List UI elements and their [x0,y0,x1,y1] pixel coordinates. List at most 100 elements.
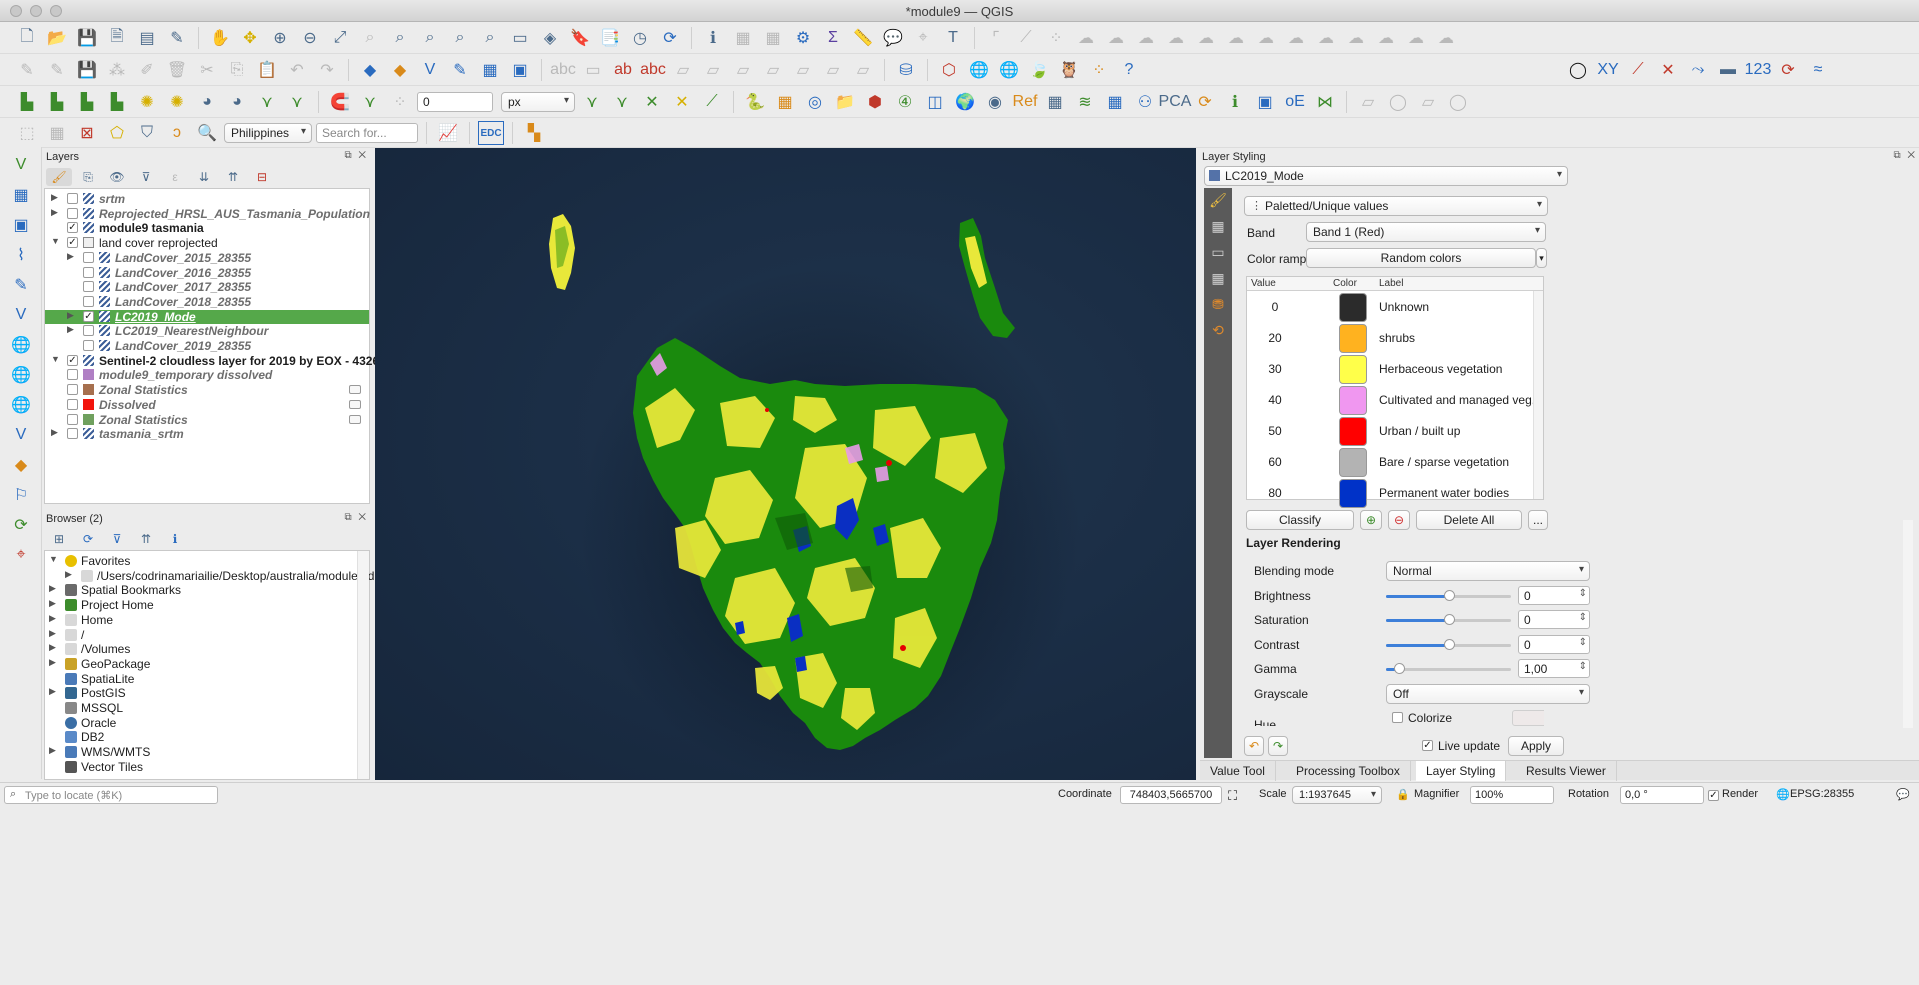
label-tool-2-icon[interactable]: ⟋ [1013,26,1039,50]
add-arcgis-icon[interactable]: 🌐 [8,393,34,417]
map-canvas[interactable] [375,148,1196,780]
tab-results-viewer[interactable]: Results Viewer [1516,761,1617,781]
layer-badge-icon[interactable] [349,385,361,395]
layer-row[interactable]: ▶ Reprojected_HRSL_AUS_Tasmania_Populatio… [45,207,370,222]
collapse-all-icon[interactable]: ⇈ [220,168,246,186]
redo-style-button[interactable]: ↷ [1268,736,1288,756]
show-bookmarks-icon[interactable]: 📑 [597,26,623,50]
grayscale-combo[interactable]: Off [1386,684,1590,704]
shape-3-icon[interactable]: ▱ [1415,90,1441,114]
add-mesh-icon[interactable]: ▣ [507,58,533,82]
label-tool-1-icon[interactable]: ⌜ [983,26,1009,50]
zoom-out-icon[interactable]: ⊖ [297,26,323,50]
layer-combo[interactable]: LC2019_Mode [1204,166,1568,186]
layer-row[interactable]: Zonal Statistics [45,383,369,398]
zoom-last-icon[interactable]: ⌕ [447,26,473,50]
crs-globe-icon[interactable]: 🌐 [1776,788,1790,801]
browser-item[interactable]: Oracle [45,716,355,731]
zoom-in-icon[interactable]: ⊕ [267,26,293,50]
label-9-icon[interactable]: ▱ [790,58,816,82]
tab-value-tool[interactable]: Value Tool [1200,761,1276,781]
layer-row[interactable]: LandCover_2018_28355 [45,295,369,310]
add-selected-icon[interactable]: ⊞ [46,530,72,548]
snap-vertex-icon[interactable]: ⋎ [357,90,383,114]
ruler-tool-icon[interactable]: ▬ [1715,58,1741,82]
vertex-tool-icon[interactable]: ✐ [134,58,160,82]
crs-label[interactable]: EPSG:28355 [1790,788,1854,800]
label-11-icon[interactable]: ▱ [850,58,876,82]
pyramids-tab-icon[interactable]: ⛃ [1207,296,1229,318]
snap-grid-icon[interactable]: ⁘ [387,90,413,114]
label-tool-7-icon[interactable]: ☁ [1163,26,1189,50]
plugin-target-icon[interactable]: ◎ [802,90,828,114]
globe-plugin-1-icon[interactable]: 🌐 [966,58,992,82]
field-calculator-icon[interactable]: ▦ [760,26,786,50]
label-tool-9-icon[interactable]: ☁ [1223,26,1249,50]
delete-all-button[interactable]: Delete All [1416,510,1522,530]
add-layer-1-icon[interactable]: ◆ [357,58,383,82]
class-color-swatch[interactable] [1339,417,1367,446]
class-row[interactable]: 60 Bare / sparse vegetation [1247,447,1533,478]
layer-row[interactable]: ✓ module9 tasmania [45,221,369,236]
saturation-spinbox[interactable]: 0 [1518,610,1590,629]
layer-visibility-checkbox[interactable] [67,428,78,440]
plugin-grid-icon[interactable]: ▦ [772,90,798,114]
contrast-slider[interactable] [1386,639,1511,650]
label-7-icon[interactable]: ▱ [730,58,756,82]
layer-visibility-checkbox[interactable] [83,281,94,293]
saturation-slider[interactable] [1386,614,1511,625]
expand-all-icon[interactable]: ⇊ [191,168,217,186]
line-tool-icon[interactable]: ⟋ [1625,58,1651,82]
color-ramp-dropdown[interactable]: ▾ [1536,248,1547,268]
label-tool-11-icon[interactable]: ☁ [1283,26,1309,50]
plugin-earth-icon[interactable]: 🌍 [952,90,978,114]
python-console-icon[interactable]: 🐍 [742,90,768,114]
layer-row[interactable]: Zonal Statistics [45,413,369,428]
remove-class-button[interactable]: ⊖ [1388,510,1410,530]
scale-combo[interactable]: 1:1937645 [1292,786,1382,804]
class-color-swatch[interactable] [1339,293,1367,322]
label-tool-13-icon[interactable]: ☁ [1343,26,1369,50]
add-wfs-icon[interactable]: 🌐 [8,363,34,387]
add-raster-icon[interactable]: ▦ [477,58,503,82]
rotation-field[interactable]: 0,0 ° [1620,786,1704,804]
expand-arrow-icon[interactable]: ▶ [51,427,58,438]
chart-plugin-icon[interactable]: 📈 [435,121,461,145]
filter-expression-icon[interactable]: ε [162,168,188,186]
geosearch-icon[interactable]: 🔍 [194,121,220,145]
add-raster-layer-icon[interactable]: ▦ [8,183,34,207]
color-ramp-button[interactable]: Random colors [1306,248,1536,268]
add-delimited-text-icon[interactable]: ✎ [447,58,473,82]
pan-map-icon[interactable]: ✋ [207,26,233,50]
magnet-icon[interactable]: 🧲 [327,90,353,114]
vertex-2-icon[interactable]: ⋎ [284,90,310,114]
self-snap-icon[interactable]: ⟋ [699,90,725,114]
location-combo[interactable]: Philippines [224,123,312,143]
browser-item[interactable]: ▶ GeoPackage [45,657,355,672]
sync-icon[interactable]: ⟳ [8,513,34,537]
label-tool-10-icon[interactable]: ☁ [1253,26,1279,50]
shape-2-icon[interactable]: ◯ [1385,90,1411,114]
crosshair-icon[interactable]: ⌖ [8,543,34,567]
new-map-view-icon[interactable]: ▭ [507,26,533,50]
label-tool-12-icon[interactable]: ☁ [1313,26,1339,50]
add-vector-icon[interactable]: V [417,58,443,82]
browser-item[interactable]: ▶ /Volumes [45,642,355,657]
class-row[interactable]: 20 shrubs [1247,323,1533,354]
add-spatialite-icon[interactable]: ✎ [8,273,34,297]
expand-arrow-icon[interactable]: ▶ [51,207,58,218]
histogram-2-icon[interactable]: ▙ [44,90,70,114]
messages-icon[interactable]: 💬 [1896,788,1910,801]
layer-visibility-checkbox[interactable] [83,340,94,351]
colorize-checkbox[interactable] [1392,712,1403,723]
browser-item[interactable]: ▶ Home [45,613,355,628]
add-mesh-layer-icon[interactable]: ▣ [8,213,34,237]
plugin-ref-icon[interactable]: Ref [1012,90,1038,114]
class-row[interactable]: 0 Unknown [1247,292,1533,323]
gamma-spinbox[interactable]: 1,00 [1518,659,1590,678]
layer-visibility-checkbox[interactable] [83,295,94,307]
vertex-1-icon[interactable]: ⋎ [254,90,280,114]
delete-selected-icon[interactable]: 🗑 [164,58,190,82]
tab-layer-styling[interactable]: Layer Styling [1416,761,1507,781]
zoom-full-icon[interactable]: ⤢ [327,26,353,50]
